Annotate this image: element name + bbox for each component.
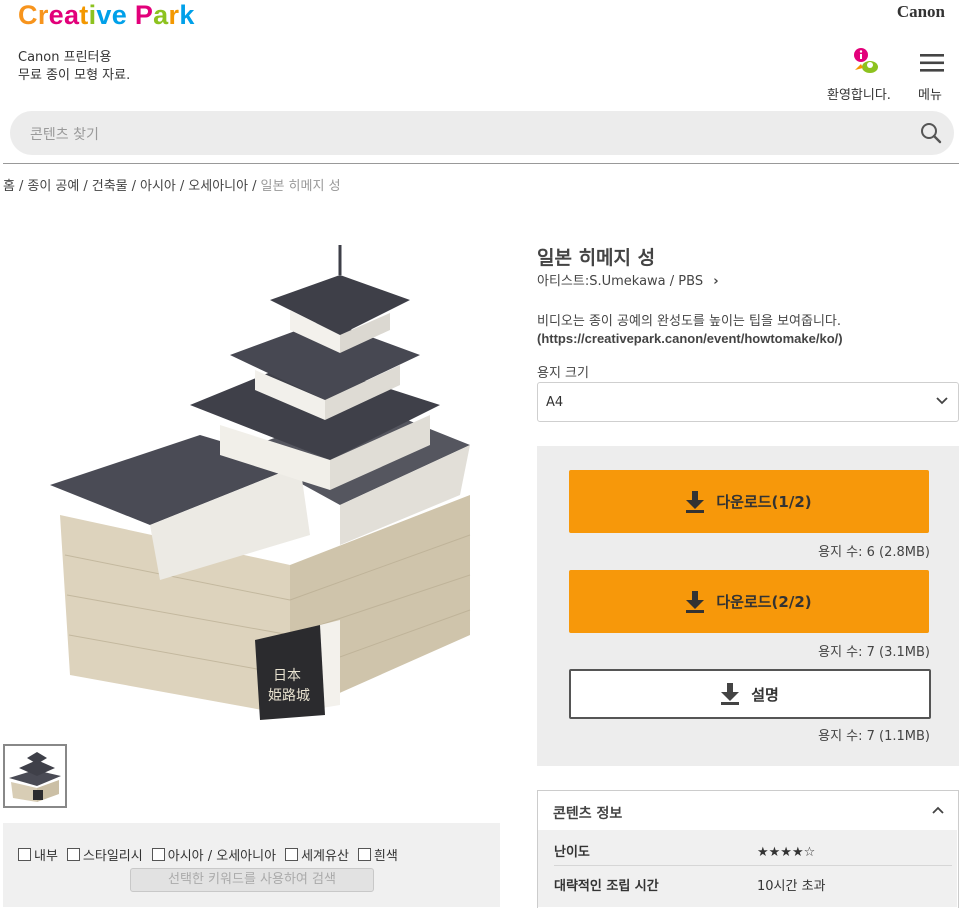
keyword-checkbox-row: 내부 스타일리시 아시아 / 오세아니아 세계유산 흰색 — [18, 845, 398, 864]
logo-letter: v — [96, 0, 112, 30]
checkbox[interactable] — [151, 848, 165, 861]
welcome-label[interactable]: 환영합니다. — [827, 84, 891, 103]
keyword-search-button[interactable]: 선택한 키워드를 사용하여 검색 — [130, 868, 374, 892]
video-note: 비디오는 종이 공예의 완성도를 높이는 팁을 보여줍니다. (https://… — [537, 313, 843, 348]
breadcrumb: 홈 / 종이 공예 / 건축물 / 아시아 / 오세아니아 / 일본 히메지 성 — [3, 179, 341, 194]
logo-letter: P — [134, 0, 154, 30]
instructions-label: 설명 — [751, 685, 779, 704]
logo-letter: C — [18, 0, 38, 30]
keyword-search-panel — [3, 823, 500, 907]
checkbox[interactable] — [18, 848, 31, 861]
product-image-castle[interactable]: 日本 姫路城 — [40, 235, 490, 725]
logo-letter: a — [153, 0, 169, 30]
tagline: Canon 프린터용 무료 종이 모형 자료. — [18, 49, 130, 85]
difficulty-stars: ★★★★☆ — [757, 845, 816, 860]
download-label: 다운로드(1/2) — [716, 493, 812, 511]
tagline-line-2: 무료 종이 모형 자료. — [18, 68, 131, 83]
logo-letter: a — [63, 0, 80, 30]
breadcrumb-current: 일본 히메지 성 — [260, 179, 341, 194]
thumbnail-image — [9, 752, 61, 802]
content-info-heading[interactable]: 콘텐츠 정보 — [553, 803, 622, 823]
info-divider — [554, 865, 952, 866]
download-label: 다운로드(2/2) — [716, 593, 812, 611]
thumbnail-castle[interactable] — [3, 744, 67, 808]
keyword-stylish[interactable]: 스타일리시 — [66, 845, 143, 864]
chevron-right-icon: › — [713, 274, 719, 289]
breadcrumb-paper-craft[interactable]: 종이 공예 — [27, 179, 79, 194]
logo-letter: t — [79, 0, 89, 30]
header-divider — [3, 163, 959, 164]
logo-letter: k — [179, 0, 195, 30]
assembly-time-value: 10시간 초과 — [757, 879, 826, 894]
instructions-info: 용지 수: 7 (1.1MB) — [818, 729, 930, 744]
download-icon — [686, 590, 705, 613]
download-2-info: 용지 수: 7 (3.1MB) — [818, 645, 930, 660]
info-person-icon[interactable] — [851, 46, 879, 76]
artist-label: 아티스트:S.Umekawa / PBS — [537, 274, 704, 289]
keyword-world-heritage[interactable]: 세계유산 — [285, 845, 349, 864]
video-note-text: 비디오는 종이 공예의 완성도를 높이는 팁을 보여줍니다. — [537, 314, 842, 329]
creative-park-logo[interactable]: Creative Park — [18, 0, 195, 31]
checkbox[interactable] — [66, 848, 80, 861]
logo-letter — [127, 0, 135, 30]
breadcrumb-asia[interactable]: 아시아 — [140, 179, 176, 194]
breadcrumb-home[interactable]: 홈 — [3, 179, 15, 194]
keyword-asia-oceania[interactable]: 아시아 / 오세아니아 — [151, 845, 276, 864]
product-title: 일본 히메지 성 — [537, 247, 656, 269]
search-icon[interactable] — [920, 122, 942, 144]
logo-letter: e — [48, 0, 64, 30]
checkbox[interactable] — [285, 848, 299, 861]
info-row-difficulty: 난이도 ★★★★☆ — [554, 841, 952, 860]
logo-letter: r — [168, 0, 180, 30]
info-key: 난이도 — [554, 845, 590, 860]
paper-size-label: 용지 크기 — [537, 366, 589, 381]
keyword-white[interactable]: 흰색 — [357, 845, 398, 864]
info-key: 대략적인 조립 시간 — [554, 879, 659, 894]
download-icon — [686, 490, 705, 513]
checkbox[interactable] — [357, 848, 371, 861]
info-row-assembly-time: 대략적인 조립 시간 10시간 초과 — [554, 875, 952, 894]
breadcrumb-buildings[interactable]: 건축물 — [92, 179, 128, 194]
download-1-info: 용지 수: 6 (2.8MB) — [818, 545, 930, 560]
breadcrumb-oceania[interactable]: 오세아니아 — [188, 179, 248, 194]
download-button-2[interactable]: 다운로드(2/2) — [569, 570, 929, 633]
download-button-1[interactable]: 다운로드(1/2) — [569, 470, 929, 533]
logo-letter: r — [37, 0, 49, 30]
keyword-interior[interactable]: 내부 — [18, 845, 58, 864]
paper-size-select[interactable] — [537, 382, 959, 422]
canon-brand[interactable]: Canon — [897, 2, 945, 22]
svg-text:姫路城: 姫路城 — [268, 688, 310, 704]
paper-size-value[interactable]: A4 — [546, 395, 563, 410]
instructions-button[interactable]: 설명 — [569, 669, 931, 719]
download-icon — [721, 683, 740, 705]
hamburger-icon[interactable] — [920, 54, 944, 72]
search-bar[interactable] — [10, 111, 954, 155]
tagline-line-1: Canon 프린터용 — [18, 50, 112, 65]
svg-text:日本: 日本 — [273, 668, 301, 684]
chevron-down-icon[interactable] — [936, 396, 948, 406]
artist-link[interactable]: 아티스트:S.Umekawa / PBS › — [537, 270, 719, 289]
chevron-up-icon[interactable] — [932, 805, 944, 815]
menu-label[interactable]: 메뉴 — [918, 84, 942, 103]
logo-letter: e — [111, 0, 128, 30]
video-note-link[interactable]: (https://creativepark.canon/event/howtom… — [537, 331, 843, 346]
search-input[interactable]: 콘텐츠 찾기 — [30, 124, 99, 144]
